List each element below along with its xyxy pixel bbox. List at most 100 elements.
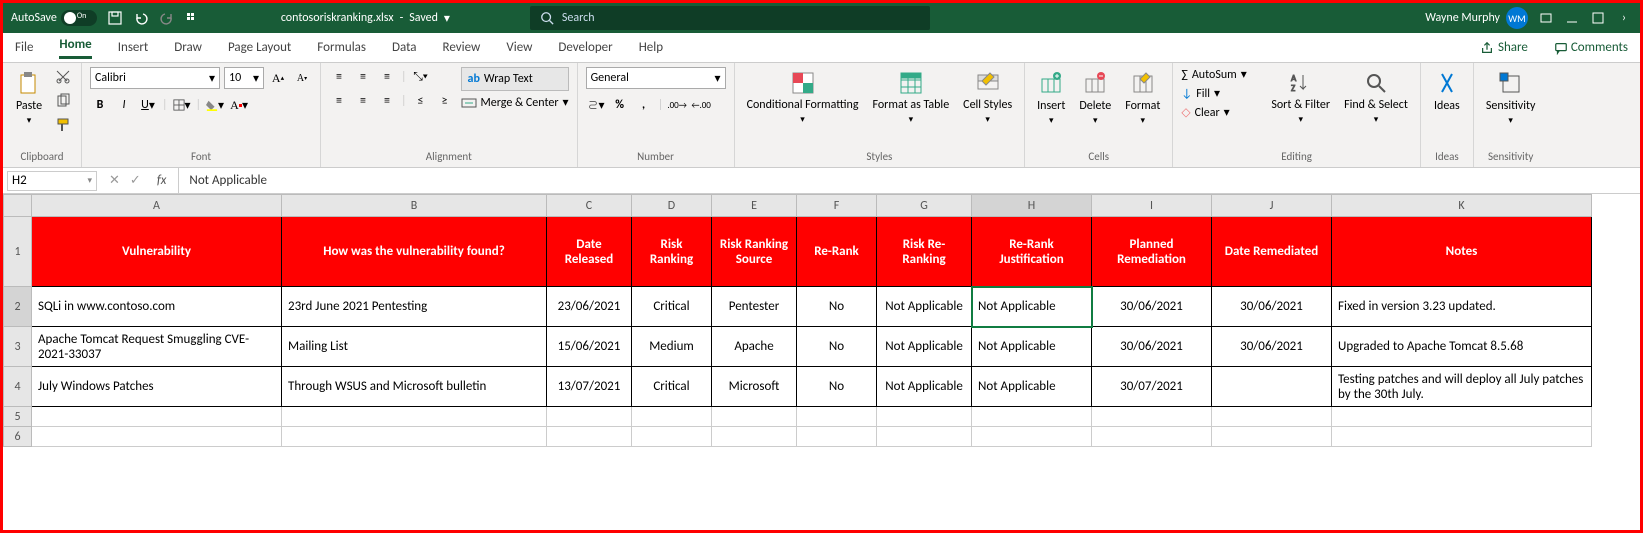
maximize-icon[interactable] <box>1590 10 1606 26</box>
cell-A4[interactable]: July Windows Patches <box>32 367 282 407</box>
cell-G2[interactable]: Not Applicable <box>877 287 972 327</box>
row-header-1[interactable]: 1 <box>4 217 32 287</box>
cell-D4[interactable]: Critical <box>632 367 712 407</box>
header-cell[interactable]: Risk Ranking Source <box>712 217 797 287</box>
cell-J5[interactable] <box>1212 407 1332 427</box>
cell-B6[interactable] <box>282 427 547 447</box>
cell-B2[interactable]: 23rd June 2021 Pentesting <box>282 287 547 327</box>
tab-formulas[interactable]: Formulas <box>317 40 366 55</box>
italic-button[interactable]: I <box>114 95 134 115</box>
cell-G4[interactable]: Not Applicable <box>877 367 972 407</box>
formula-input[interactable]: Not Applicable <box>178 168 277 193</box>
tab-help[interactable]: Help <box>639 40 663 55</box>
select-all-corner[interactable] <box>4 195 32 217</box>
header-cell[interactable]: Planned Remediation <box>1092 217 1212 287</box>
align-left-icon[interactable]: ≡ <box>329 91 349 111</box>
font-color-icon[interactable]: A▾ <box>229 95 249 115</box>
column-header-A[interactable]: A <box>32 195 282 217</box>
cell-I4[interactable]: 30/07/2021 <box>1092 367 1212 407</box>
accounting-icon[interactable]: ▾ <box>586 95 606 115</box>
row-header-2[interactable]: 2 <box>4 287 32 327</box>
cell-F4[interactable]: No <box>797 367 877 407</box>
find-select-button[interactable]: Find & Select▾ <box>1340 67 1412 127</box>
fill-button[interactable]: ↓Fill ▾ <box>1181 86 1261 101</box>
paste-button[interactable]: Paste▾ <box>11 67 47 128</box>
column-header-K[interactable]: K <box>1332 195 1592 217</box>
close-icon[interactable]: › <box>1616 10 1632 26</box>
cell-H3[interactable]: Not Applicable <box>972 327 1092 367</box>
cell-I3[interactable]: 30/06/2021 <box>1092 327 1212 367</box>
cell-D2[interactable]: Critical <box>632 287 712 327</box>
cell-C5[interactable] <box>547 407 632 427</box>
ideas-button[interactable]: Ideas <box>1429 67 1465 115</box>
column-header-I[interactable]: I <box>1092 195 1212 217</box>
clear-button[interactable]: ◇Clear ▾ <box>1181 105 1261 120</box>
align-right-icon[interactable]: ≡ <box>377 91 397 111</box>
cancel-formula-icon[interactable]: ✕ <box>109 173 120 188</box>
tab-review[interactable]: Review <box>443 40 481 55</box>
header-cell[interactable]: Re-Rank <box>797 217 877 287</box>
cell-B4[interactable]: Through WSUS and Microsoft bulletin <box>282 367 547 407</box>
cell-K6[interactable] <box>1332 427 1592 447</box>
cell-B5[interactable] <box>282 407 547 427</box>
save-icon[interactable] <box>107 10 123 26</box>
sensitivity-button[interactable]: Sensitivity▾ <box>1482 67 1540 128</box>
comments-button[interactable]: Comments <box>1554 40 1628 55</box>
share-button[interactable]: Share <box>1480 40 1528 55</box>
header-cell[interactable]: How was the vulnerability found? <box>282 217 547 287</box>
cell-C6[interactable] <box>547 427 632 447</box>
insert-cells-button[interactable]: Insert▾ <box>1033 67 1069 128</box>
grow-font-icon[interactable]: A▴ <box>268 68 288 88</box>
cell-D6[interactable] <box>632 427 712 447</box>
autosum-button[interactable]: ∑AutoSum ▾ <box>1181 67 1261 82</box>
align-center-icon[interactable]: ≡ <box>353 91 373 111</box>
column-header-B[interactable]: B <box>282 195 547 217</box>
column-header-H[interactable]: H <box>972 195 1092 217</box>
cell-I5[interactable] <box>1092 407 1212 427</box>
tab-data[interactable]: Data <box>392 40 417 55</box>
cell-J3[interactable]: 30/06/2021 <box>1212 327 1332 367</box>
cell-F3[interactable]: No <box>797 327 877 367</box>
account-button[interactable]: Wayne Murphy WM <box>1425 7 1528 29</box>
format-as-table-button[interactable]: Format as Table▾ <box>869 67 954 127</box>
cell-J6[interactable] <box>1212 427 1332 447</box>
format-cells-button[interactable]: Format▾ <box>1121 67 1164 128</box>
cell-C2[interactable]: 23/06/2021 <box>547 287 632 327</box>
indent-icon[interactable]: ≥ <box>435 91 455 111</box>
minimize-icon[interactable] <box>1564 10 1580 26</box>
outdent-icon[interactable]: ≤ <box>411 91 431 111</box>
cell-H2[interactable]: Not Applicable <box>972 287 1092 327</box>
tab-developer[interactable]: Developer <box>558 40 612 55</box>
header-cell[interactable]: Date Remediated <box>1212 217 1332 287</box>
ribbon-options-icon[interactable] <box>1538 10 1554 26</box>
cell-K3[interactable]: Upgraded to Apache Tomcat 8.5.68 <box>1332 327 1592 367</box>
cell-K5[interactable] <box>1332 407 1592 427</box>
cell-A5[interactable] <box>32 407 282 427</box>
column-header-C[interactable]: C <box>547 195 632 217</box>
tab-insert[interactable]: Insert <box>118 40 149 55</box>
header-cell[interactable]: Date Released <box>547 217 632 287</box>
enter-formula-icon[interactable]: ✓ <box>130 173 141 188</box>
cell-G5[interactable] <box>877 407 972 427</box>
name-box[interactable]: H2▾ <box>7 171 97 191</box>
header-cell[interactable]: Vulnerability <box>32 217 282 287</box>
row-header-6[interactable]: 6 <box>4 427 32 447</box>
autosave-toggle[interactable]: AutoSave On <box>11 10 97 26</box>
column-header-E[interactable]: E <box>712 195 797 217</box>
shrink-font-icon[interactable]: A▾ <box>292 68 312 88</box>
cell-styles-button[interactable]: Cell Styles▾ <box>959 67 1016 127</box>
cell-G3[interactable]: Not Applicable <box>877 327 972 367</box>
cell-K4[interactable]: Testing patches and will deploy all July… <box>1332 367 1592 407</box>
cell-E3[interactable]: Apache <box>712 327 797 367</box>
merge-center-button[interactable]: Merge & Center ▾ <box>461 95 569 110</box>
underline-button[interactable]: U ▾ <box>138 95 158 115</box>
header-cell[interactable]: Risk Ranking <box>632 217 712 287</box>
cell-D3[interactable]: Medium <box>632 327 712 367</box>
align-middle-icon[interactable]: ≡ <box>353 67 373 87</box>
wrap-text-button[interactable]: ab Wrap Text <box>461 67 569 91</box>
cell-B3[interactable]: Mailing List <box>282 327 547 367</box>
header-cell[interactable]: Notes <box>1332 217 1592 287</box>
filename-area[interactable]: contosoriskranking.xlsx - Saved ▾ <box>281 11 450 26</box>
format-painter-icon[interactable] <box>53 115 73 135</box>
cell-I6[interactable] <box>1092 427 1212 447</box>
